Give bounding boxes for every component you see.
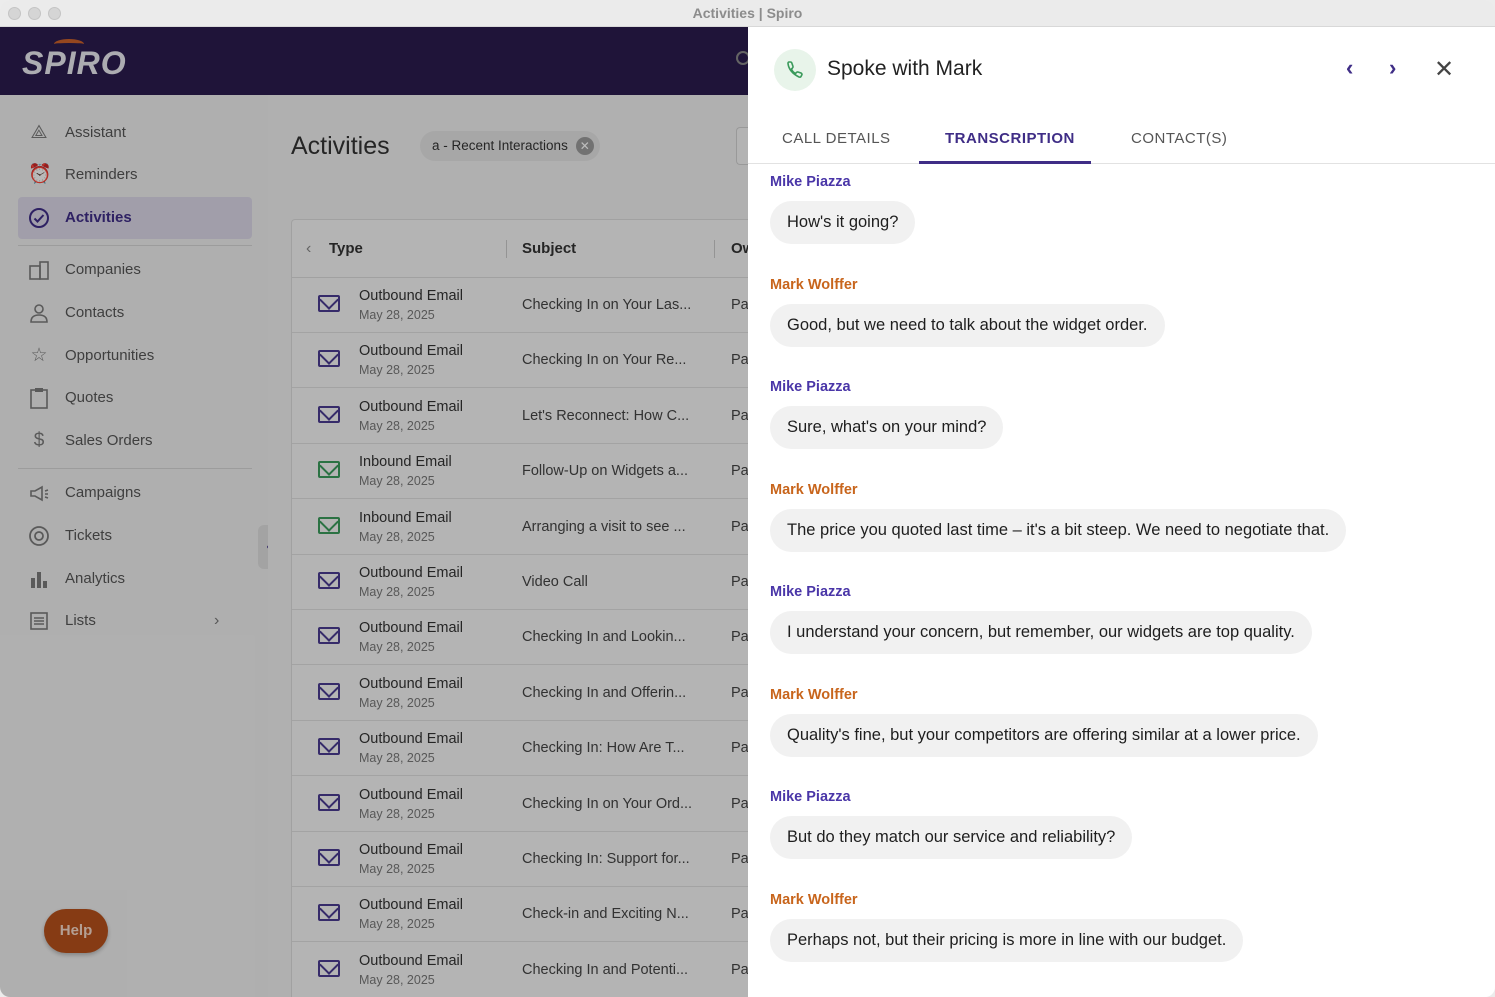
speaker-name: Mark Wolffer — [770, 686, 858, 703]
speaker-name: Mike Piazza — [770, 379, 851, 395]
speaker-name: Mike Piazza — [770, 174, 851, 190]
tab-call-details[interactable]: CALL DETAILS — [782, 130, 891, 147]
message-bubble: The price you quoted last time – it's a … — [770, 508, 1347, 552]
title-bar: Activities | Spiro — [0, 0, 1495, 27]
transcript-message: Mark Wolffer Quality's fine, but your com… — [770, 687, 1318, 757]
app-body: SPIRO ⟁ Assistant ⏰ Reminders Activities — [0, 27, 1495, 997]
message-bubble: Quality's fine, but your competitors are… — [770, 713, 1318, 757]
message-bubble: Good, but we need to talk about the widg… — [770, 303, 1165, 347]
message-bubble: I understand your concern, but remember,… — [770, 611, 1312, 654]
message-bubble: But do they match our service and reliab… — [770, 816, 1133, 859]
phone-icon — [774, 49, 816, 91]
close-icon[interactable]: ✕ — [1434, 55, 1454, 84]
panel-tabs: CALL DETAILS TRANSCRIPTION CONTACT(S) — [748, 122, 1495, 164]
transcript-message: Mike Piazza I understand your concern, bu… — [770, 584, 1312, 654]
modal-backdrop[interactable] — [0, 27, 748, 997]
speaker-name: Mike Piazza — [770, 789, 851, 805]
transcript-message: Mike Piazza How's it going? — [770, 174, 916, 244]
message-bubble: Perhaps not, but their pricing is more i… — [770, 918, 1244, 962]
active-tab-indicator — [919, 161, 1091, 164]
speaker-name: Mark Wolffer — [770, 276, 858, 293]
window-title: Activities | Spiro — [692, 5, 803, 21]
activity-detail-panel: Spoke with Mark ‹ › ✕ CALL DETAILS TRANS… — [748, 27, 1495, 997]
tab-transcription[interactable]: TRANSCRIPTION — [945, 130, 1075, 147]
panel-title: Spoke with Mark — [827, 57, 983, 80]
speaker-name: Mark Wolffer — [770, 481, 858, 498]
transcript-message: Mark Wolffer Good, but we need to talk ab… — [770, 277, 1165, 347]
message-bubble: Sure, what's on your mind? — [770, 406, 1004, 449]
transcript-message: Mike Piazza Sure, what's on your mind? — [770, 379, 1004, 449]
transcript-message: Mark Wolffer The price you quoted last ti… — [770, 481, 1347, 552]
previous-icon[interactable]: ‹ — [1346, 55, 1353, 81]
transcript-message: Mike Piazza But do they match our service… — [770, 789, 1133, 859]
next-icon[interactable]: › — [1389, 55, 1396, 81]
app-window: Activities | Spiro SPIRO ⟁ Assistant ⏰ R… — [0, 0, 1495, 997]
tab-contacts[interactable]: CONTACT(S) — [1131, 130, 1227, 147]
message-bubble: How's it going? — [770, 201, 916, 244]
speaker-name: Mark Wolffer — [770, 891, 858, 908]
transcript-message: Mark Wolffer Perhaps not, but their prici… — [770, 891, 1244, 962]
speaker-name: Mike Piazza — [770, 584, 851, 600]
